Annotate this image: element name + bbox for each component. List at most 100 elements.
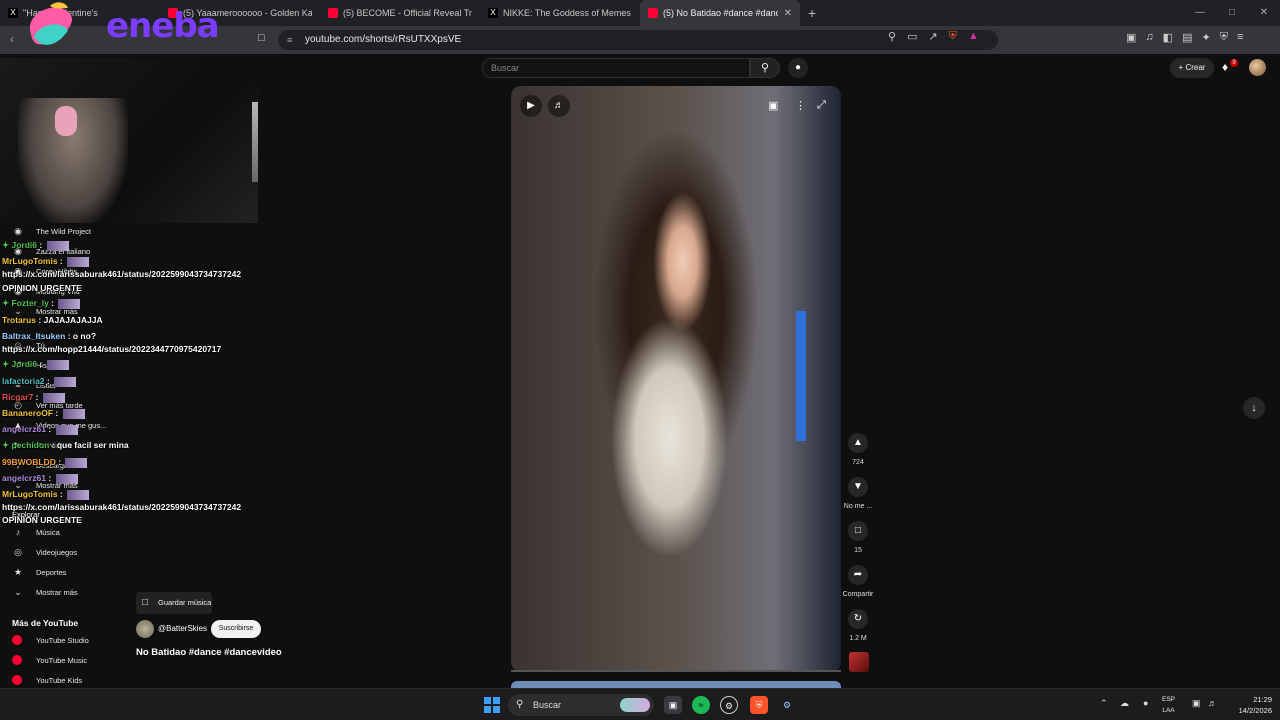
- sidebar-item-label: Deportes: [36, 567, 67, 577]
- next-short-button[interactable]: ↓: [1243, 397, 1265, 419]
- close-tab-icon[interactable]: ✕: [784, 8, 792, 19]
- chat-username[interactable]: Fozter_ly: [11, 298, 48, 308]
- captions-icon[interactable]: ▣: [768, 99, 778, 112]
- brave-shield-icon[interactable]: ⛨: [949, 30, 957, 43]
- chat-username[interactable]: BananeroOF: [2, 408, 53, 418]
- window-controls: — □ ✕: [1184, 0, 1280, 26]
- close-window-icon[interactable]: ✕: [1248, 0, 1280, 26]
- clock-date: 14/2/2026: [1238, 706, 1272, 715]
- share-icon[interactable]: ↗: [928, 30, 937, 43]
- play-button[interactable]: ▶: [520, 95, 542, 117]
- create-button[interactable]: + Crear: [1170, 58, 1214, 78]
- channel-avatar[interactable]: [136, 620, 154, 638]
- chat-username[interactable]: lafactoria2: [2, 376, 45, 386]
- remix-button[interactable]: ↻: [848, 609, 868, 629]
- zoom-icon[interactable]: ⚲: [888, 30, 896, 43]
- sidebar-toggle-icon[interactable]: ◧: [1163, 31, 1173, 44]
- steam-icon[interactable]: ⚙: [778, 696, 796, 714]
- reader-icon[interactable]: ▣: [1126, 31, 1136, 44]
- sidebar-item[interactable]: YouTube Music: [12, 653, 87, 667]
- audio-thumbnail[interactable]: [849, 652, 869, 672]
- network-icon[interactable]: ▣: [1192, 698, 1201, 709]
- sidebar-item[interactable]: ◎ Videojuegos: [12, 545, 77, 559]
- browser-tab[interactable]: (5) BECOME - Official Reveal Trailer (: [320, 0, 480, 26]
- chat-username[interactable]: Jordi6: [11, 359, 37, 369]
- vpn-icon[interactable]: ⛨: [1220, 31, 1228, 44]
- chat-username[interactable]: angelcrz61: [2, 473, 46, 483]
- clock[interactable]: 21:29 14/2/2026: [1224, 694, 1272, 716]
- chat-message: ✦ Jordi6 :: [2, 240, 71, 251]
- chat-username[interactable]: pechidon: [11, 440, 49, 450]
- mic-tray-icon[interactable]: ●: [1143, 698, 1148, 708]
- share-button[interactable]: ➦: [848, 565, 868, 585]
- tray-overflow-icon[interactable]: ⌃: [1100, 698, 1108, 709]
- save-music-button[interactable]: □ Guardar música: [136, 592, 212, 614]
- brave-browser-icon[interactable]: ⛨: [750, 696, 768, 714]
- sidebar-item[interactable]: ★ Deportes: [12, 565, 66, 579]
- bookmark-icon[interactable]: □: [258, 32, 265, 44]
- volume-button[interactable]: ♬: [548, 95, 570, 117]
- volume-tray-icon[interactable]: ♬: [1208, 698, 1217, 708]
- browser-tab[interactable]: (5) No Batidao #dance #dancevi ✕: [640, 0, 800, 26]
- wallet-icon[interactable]: ▤: [1182, 31, 1192, 44]
- fullscreen-icon[interactable]: ⤢: [817, 99, 826, 112]
- bell-icon[interactable]: ♦: [1222, 60, 1228, 74]
- chat-username[interactable]: Jordi6: [11, 240, 37, 250]
- video-progress-bar[interactable]: [511, 670, 841, 672]
- spotify-icon[interactable]: ≈: [692, 696, 710, 714]
- like-button[interactable]: ▲: [848, 433, 868, 453]
- rewards-icon[interactable]: ▲: [968, 30, 979, 43]
- create-label: Crear: [1185, 63, 1206, 72]
- chat-username[interactable]: Ricgar7: [2, 392, 33, 402]
- site-info-icon[interactable]: ≡: [287, 30, 292, 50]
- dislike-button[interactable]: ▼: [848, 477, 868, 497]
- onedrive-icon[interactable]: ☁: [1120, 698, 1129, 709]
- sidebar-item[interactable]: ◉ The Wild Project: [12, 224, 91, 238]
- menu-icon[interactable]: ≡: [1237, 31, 1243, 44]
- subscribe-button[interactable]: Suscribirse: [211, 620, 261, 638]
- chat-username[interactable]: angelcrz61: [2, 424, 46, 434]
- maximize-icon[interactable]: □: [1216, 0, 1248, 26]
- comment-count: 15: [854, 547, 862, 554]
- steam-client-icon[interactable]: ⚙: [720, 696, 738, 714]
- comments-button[interactable]: □: [848, 521, 868, 541]
- remix-icon: ↻: [853, 613, 863, 624]
- account-avatar[interactable]: [1249, 59, 1266, 76]
- leo-icon[interactable]: ✦: [1201, 31, 1210, 44]
- sidebar-item[interactable]: ⌄ Mostrar más: [12, 585, 77, 599]
- chat-username[interactable]: Baltrax_Itsuken: [2, 331, 65, 341]
- taskbar-search[interactable]: ⚲ Buscar: [508, 694, 654, 716]
- youtube-search-input[interactable]: Buscar: [482, 58, 750, 78]
- start-button[interactable]: [484, 697, 500, 713]
- chat-username[interactable]: MrLugoTomis: [2, 256, 58, 266]
- chat-separator: :: [49, 440, 57, 450]
- chat-message: lafactoria2 :: [2, 376, 78, 387]
- browser-tab[interactable]: X NIKKE: The Goddess of Memes LA: [480, 0, 640, 26]
- chat-username[interactable]: 99BWOBLDD: [2, 457, 56, 467]
- screen: X "Happy Valentine's (5) Yaaameroooooo - G…: [0, 0, 1280, 720]
- sidebar-item[interactable]: YouTube Studio: [12, 633, 89, 647]
- media-icon[interactable]: ♫: [1145, 31, 1153, 44]
- back-icon[interactable]: ‹: [10, 32, 14, 46]
- chat-username[interactable]: MrLugoTomis: [2, 489, 58, 499]
- cast-icon[interactable]: ▭: [907, 30, 917, 43]
- chat-username[interactable]: Trotarus: [2, 315, 36, 325]
- new-tab-button[interactable]: +: [808, 5, 816, 21]
- channel-name[interactable]: @BatterSkies: [158, 624, 207, 633]
- search-button[interactable]: ⚲: [750, 58, 780, 78]
- task-view-icon[interactable]: ▣: [664, 696, 682, 714]
- voice-search-button[interactable]: ●: [788, 58, 808, 78]
- window-blue-light: [796, 311, 806, 441]
- sidebar-item-label: YouTube Music: [36, 655, 88, 665]
- short-video-player[interactable]: [511, 86, 841, 672]
- chat-message: OPINION URGENTE: [2, 283, 82, 293]
- minimize-icon[interactable]: —: [1184, 0, 1216, 26]
- chat-separator: :: [45, 473, 54, 483]
- chat-separator: :: [57, 256, 66, 266]
- chat-text: https://x.com/larissaburak461/status/202…: [2, 502, 242, 512]
- more-options-icon[interactable]: ⋮: [795, 99, 806, 112]
- sidebar-item[interactable]: YouTube Kids: [12, 673, 82, 687]
- chat-text: OPINION URGENTE: [2, 283, 82, 293]
- input-language[interactable]: ESP LAA: [1162, 694, 1175, 716]
- sidebar-item[interactable]: ♪ Música: [12, 525, 60, 539]
